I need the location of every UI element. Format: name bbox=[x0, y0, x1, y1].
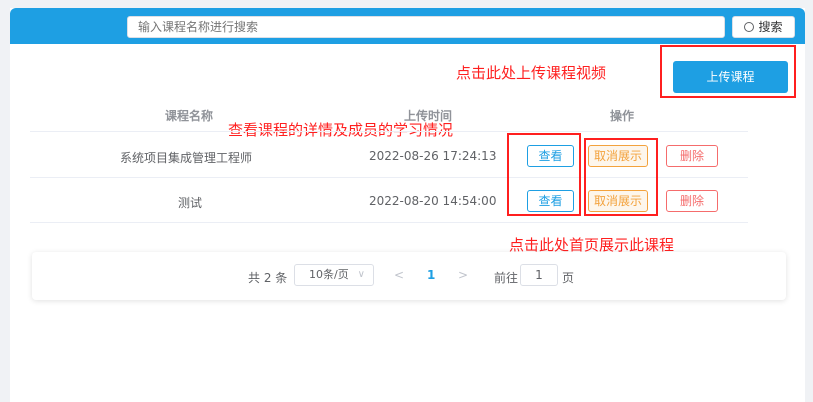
pagination: 共 2 条 10条/页 ∨ < 1 > 前往 1 页 bbox=[32, 252, 786, 300]
highlight-hide bbox=[584, 138, 658, 216]
page-size-select[interactable]: 10条/页 ∨ bbox=[294, 264, 374, 286]
next-page-button[interactable]: > bbox=[458, 268, 468, 282]
highlight-view bbox=[507, 133, 581, 216]
annotation-view: 查看课程的详情及成员的学习情况 bbox=[228, 121, 454, 139]
header-course-name: 课程名称 bbox=[165, 109, 214, 123]
annotation-upload: 点击此处上传课程视频 bbox=[456, 64, 607, 82]
search-input[interactable] bbox=[127, 16, 725, 38]
delete-button[interactable]: 删除 bbox=[666, 190, 718, 212]
prev-page-button[interactable]: < bbox=[394, 268, 404, 282]
header-actions: 操作 bbox=[610, 109, 635, 123]
page-size-value: 10条/页 bbox=[309, 268, 349, 281]
course-name: 系统项目集成管理工程师 bbox=[120, 151, 253, 165]
search-button[interactable]: 搜索 bbox=[732, 16, 795, 38]
goto-page-input[interactable]: 1 bbox=[520, 264, 558, 286]
upload-time: 2022-08-26 17:24:13 bbox=[369, 149, 497, 163]
header-divider bbox=[30, 131, 748, 132]
page-number-current[interactable]: 1 bbox=[427, 268, 435, 282]
course-name: 测试 bbox=[178, 196, 203, 210]
goto-unit: 页 bbox=[562, 271, 575, 285]
upload-time: 2022-08-20 14:54:00 bbox=[369, 194, 497, 208]
chevron-down-icon: ∨ bbox=[357, 269, 365, 280]
delete-button[interactable]: 删除 bbox=[666, 145, 718, 167]
row-divider bbox=[30, 222, 748, 223]
search-button-label: 搜索 bbox=[758, 20, 783, 34]
pagination-total: 共 2 条 bbox=[248, 271, 288, 285]
search-icon bbox=[744, 22, 755, 32]
upload-course-button[interactable]: 上传课程 bbox=[673, 61, 788, 93]
goto-label: 前往 bbox=[494, 271, 519, 285]
